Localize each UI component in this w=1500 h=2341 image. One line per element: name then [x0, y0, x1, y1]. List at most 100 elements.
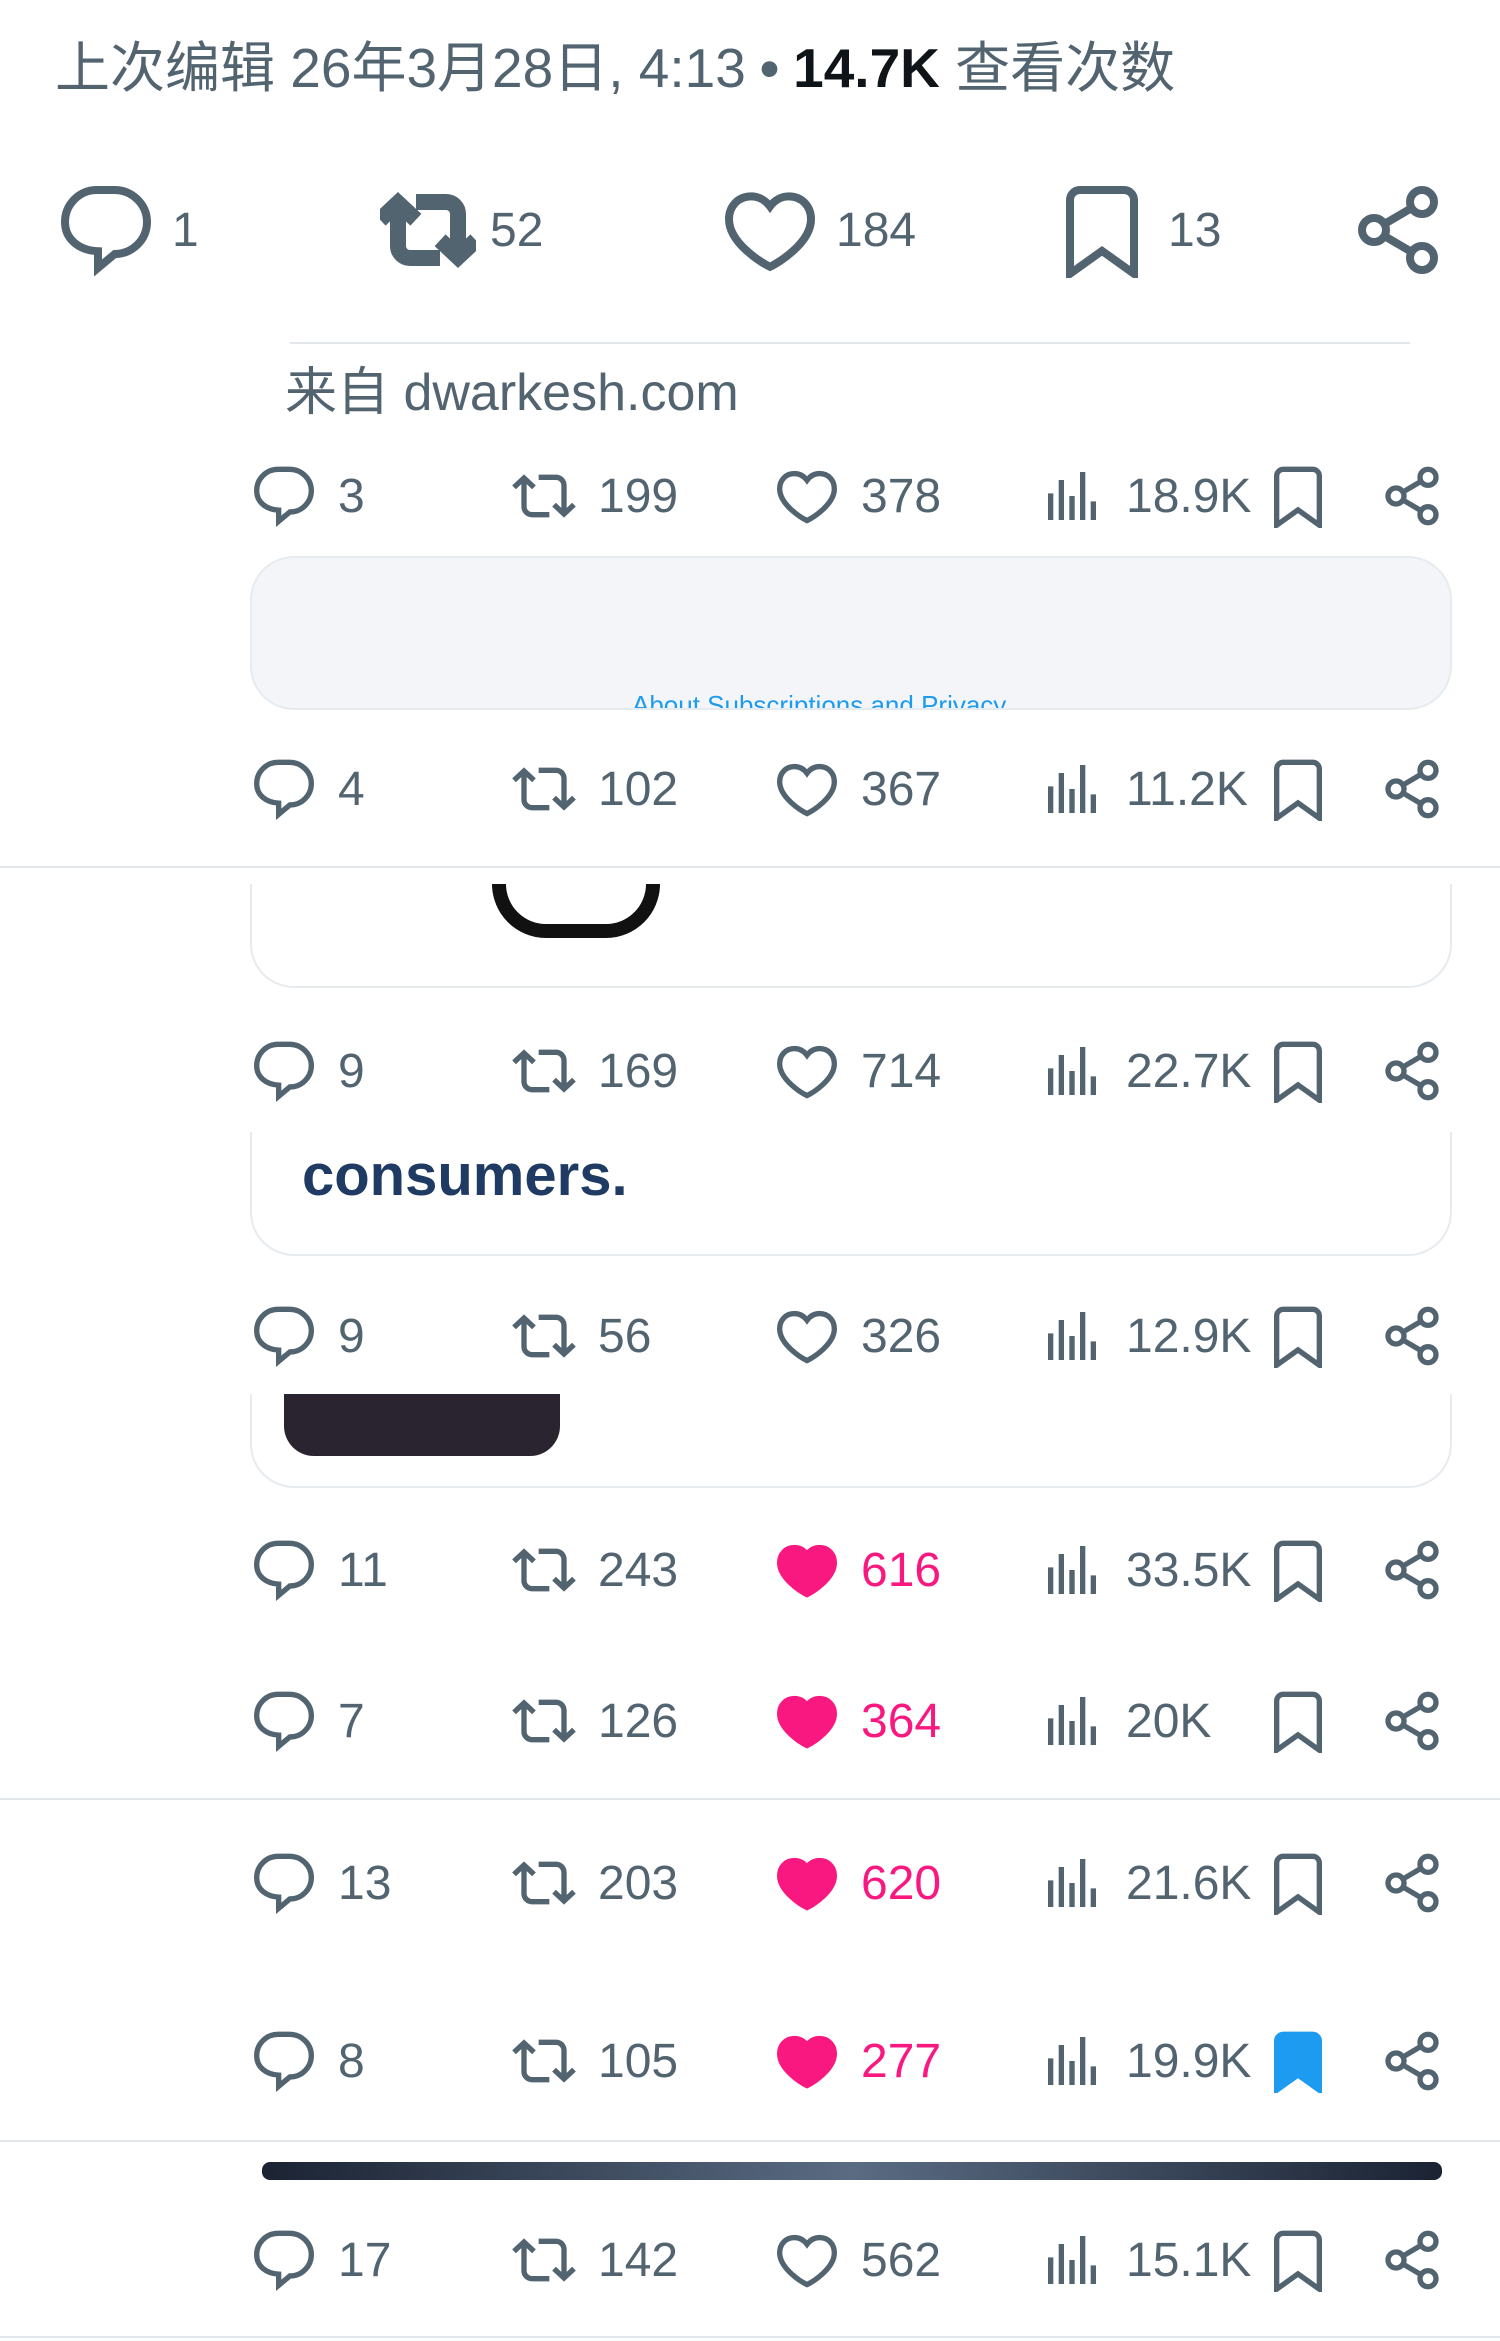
like-button[interactable]: 620	[775, 1833, 941, 1933]
repost-count: 142	[598, 2233, 679, 2287]
share-icon[interactable]	[1380, 1039, 1444, 1103]
video-card[interactable]	[250, 1394, 1452, 1488]
bookmark-icon[interactable]	[1266, 1689, 1330, 1756]
views-button[interactable]: 22.7K	[1040, 1021, 1251, 1121]
like-button[interactable]: 364	[775, 1671, 941, 1771]
repost-button[interactable]: 243	[512, 1520, 678, 1620]
repost-button[interactable]: 105	[512, 2011, 678, 2111]
reply-button[interactable]: 3	[252, 446, 365, 546]
video-thumbnail[interactable]	[284, 1394, 560, 1456]
views-button[interactable]: 21.6K	[1040, 1833, 1251, 1933]
like-button[interactable]: 326	[775, 1286, 941, 1386]
like-button[interactable]: 277	[775, 2011, 941, 2111]
repost-icon	[512, 2029, 576, 2093]
repost-icon	[512, 1851, 576, 1915]
reply-button[interactable]: 9	[252, 1021, 365, 1121]
bookmark-icon[interactable]	[1266, 1851, 1330, 1918]
reply-count: 9	[338, 1309, 365, 1363]
share-icon[interactable]	[1380, 2029, 1444, 2093]
repost-button[interactable]: 56	[512, 1286, 651, 1386]
views-count: 33.5K	[1126, 1543, 1252, 1597]
reply-icon	[60, 186, 152, 277]
reply-button[interactable]: 4	[252, 739, 365, 839]
tweet-action-row: 4 102 367 11.2K	[0, 739, 1500, 839]
repost-button[interactable]: 169	[512, 1021, 678, 1121]
views-chart-icon	[1040, 1304, 1104, 1368]
article-card[interactable]: consumers.	[250, 1132, 1452, 1256]
share-icon[interactable]	[1380, 464, 1444, 528]
reply-button[interactable]: 11	[252, 1520, 388, 1620]
repost-button[interactable]: 199	[512, 446, 678, 546]
bookmark-icon[interactable]	[1266, 1304, 1330, 1371]
subscriptions-card[interactable]: About Subscriptions and Privacy	[250, 556, 1452, 710]
reply-icon	[252, 1304, 316, 1368]
views-button[interactable]: 11.2K	[1040, 739, 1248, 839]
reply-button[interactable]: 17	[252, 2210, 391, 2310]
reply-button[interactable]: 7	[252, 1671, 365, 1771]
main-like-button[interactable]: 184	[722, 170, 916, 290]
share-icon[interactable]	[1380, 1304, 1444, 1368]
like-button[interactable]: 367	[775, 739, 941, 839]
heart-icon	[724, 192, 816, 272]
bookmark-icon[interactable]	[1266, 464, 1330, 531]
reply-count: 8	[338, 2034, 365, 2088]
like-count: 364	[861, 1694, 942, 1748]
bookmark-icon[interactable]	[1266, 2029, 1330, 2096]
main-repost-button[interactable]: 52	[380, 170, 543, 290]
reply-button[interactable]: 9	[252, 1286, 365, 1386]
reply-button[interactable]: 8	[252, 2011, 365, 2111]
like-button[interactable]: 378	[775, 446, 941, 546]
reply-button[interactable]: 13	[252, 1833, 391, 1933]
like-count: 277	[861, 2034, 942, 2088]
reply-icon	[252, 2228, 316, 2292]
card-top-edge	[290, 342, 1410, 344]
views-count: 20K	[1126, 1694, 1212, 1748]
tweet-action-row: 9 169 714 22.7K	[0, 1021, 1500, 1121]
bookmark-icon[interactable]	[1266, 2228, 1330, 2295]
views-button[interactable]: 15.1K	[1040, 2210, 1251, 2310]
bookmark-icon[interactable]	[1266, 757, 1330, 824]
subscriptions-link[interactable]: About Subscriptions and Privacy	[632, 690, 1006, 708]
views-button[interactable]: 18.9K	[1040, 446, 1251, 546]
heart-icon	[775, 1851, 839, 1915]
views-button[interactable]: 12.9K	[1040, 1286, 1251, 1386]
main-repost-count: 52	[490, 203, 544, 257]
share-icon[interactable]	[1380, 757, 1444, 821]
share-icon[interactable]	[1380, 1538, 1444, 1602]
like-button[interactable]: 714	[775, 1021, 941, 1121]
meta-separator: •	[759, 37, 780, 99]
repost-count: 243	[598, 1543, 679, 1597]
views-count: 14.7K	[793, 37, 940, 99]
like-count: 714	[861, 1044, 942, 1098]
repost-button[interactable]: 102	[512, 739, 678, 839]
like-count: 562	[861, 2233, 942, 2287]
bookmark-icon[interactable]	[1266, 1538, 1330, 1605]
share-icon[interactable]	[1380, 1689, 1444, 1753]
tweet-action-row: 9 56 326 12.9K	[0, 1286, 1500, 1386]
bookmark-icon[interactable]	[1266, 1039, 1330, 1106]
repost-button[interactable]: 126	[512, 1671, 678, 1771]
main-reply-button[interactable]: 1	[58, 170, 199, 290]
views-button[interactable]: 33.5K	[1040, 1520, 1251, 1620]
media-strip	[262, 2162, 1442, 2180]
reply-icon	[252, 1538, 316, 1602]
views-button[interactable]: 20K	[1040, 1671, 1211, 1771]
reply-icon	[252, 1039, 316, 1103]
image-card[interactable]	[250, 884, 1452, 988]
repost-icon	[380, 192, 476, 268]
thread-divider-2	[0, 1798, 1500, 1800]
like-count: 616	[861, 1543, 942, 1597]
like-button[interactable]: 562	[775, 2210, 941, 2310]
post-meta: 上次编辑 26年3月28日, 4:13 • 14.7K 查看次数	[55, 32, 1175, 104]
repost-button[interactable]: 142	[512, 2210, 678, 2310]
share-icon[interactable]	[1380, 1851, 1444, 1915]
like-button[interactable]: 616	[775, 1520, 941, 1620]
source-link[interactable]: 来自 dwarkesh.com	[285, 350, 739, 425]
views-button[interactable]: 19.9K	[1040, 2011, 1251, 2111]
reply-count: 4	[338, 762, 365, 816]
repost-button[interactable]: 203	[512, 1833, 678, 1933]
main-share-button[interactable]	[1350, 170, 1446, 290]
reply-icon	[252, 1851, 316, 1915]
main-bookmark-button[interactable]: 13	[1054, 170, 1221, 290]
share-icon[interactable]	[1380, 2228, 1444, 2292]
